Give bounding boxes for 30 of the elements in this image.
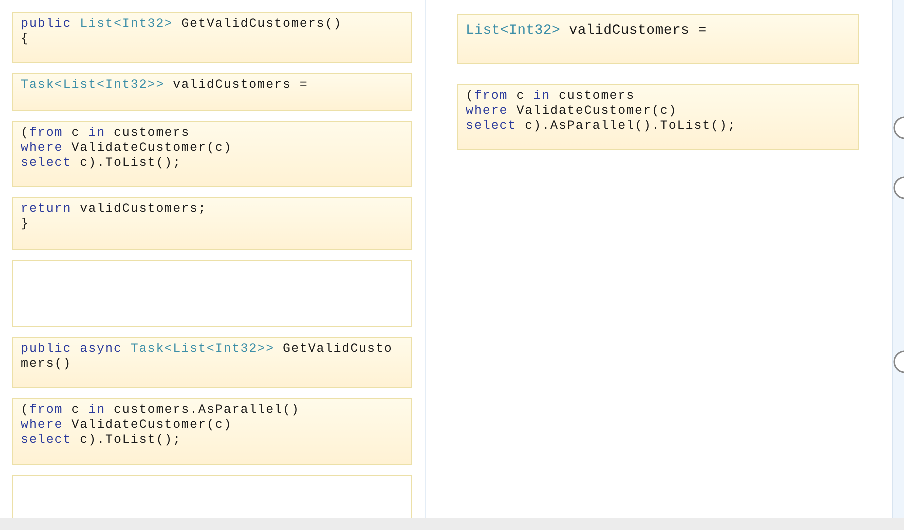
empty-tile[interactable] [12,260,412,327]
code-line: select c).ToList(); [21,433,183,448]
code-line: (from c in customers [466,89,636,104]
code-tile[interactable]: (from c in customers where ValidateCustomer(c) select c).AsParallel().ToList(); [457,84,859,150]
code-tile[interactable]: List<Int32> validCustomers = [457,14,859,64]
code-line: select c).ToList(); [21,156,183,171]
radio-button[interactable] [893,176,904,200]
code-line: public List<Int32> GetValidCustomers() [21,17,344,32]
empty-tile[interactable] [12,475,412,518]
code-line: where ValidateCustomer(c) [21,418,234,433]
code-line: where ValidateCustomer(c) [21,141,234,156]
code-tile[interactable]: public async Task<List<Int32>> GetValidCusto mers() [12,337,412,388]
code-line: return validCustomers; [21,202,208,217]
code-line: mers() [21,357,73,372]
code-line: (from c in customers [21,126,192,141]
code-tile[interactable]: Task<List<Int32>> validCustomers = [12,73,412,111]
code-line: { [21,32,30,47]
code-line: public async Task<List<Int32>> GetValidCusto [21,342,394,357]
code-line: } [21,217,30,232]
code-tile[interactable]: (from c in customers where ValidateCustomer(c) select c).ToList(); [12,121,412,187]
code-tile[interactable]: return validCustomers; } [12,197,412,250]
code-line: (from c in customers.AsParallel() [21,403,301,418]
radio-button[interactable] [893,116,904,140]
code-line: Task<List<Int32>> validCustomers = [21,78,310,93]
code-line: where ValidateCustomer(c) [466,104,678,119]
radio-button[interactable] [893,350,904,374]
code-line: List<Int32> validCustomers = [466,22,708,41]
code-line: select c).AsParallel().ToList(); [466,119,738,134]
code-tile[interactable]: public List<Int32> GetValidCustomers() { [12,12,412,63]
code-tile[interactable]: (from c in customers.AsParallel() where ValidateCustomer(c) select c).ToList(); [12,398,412,465]
